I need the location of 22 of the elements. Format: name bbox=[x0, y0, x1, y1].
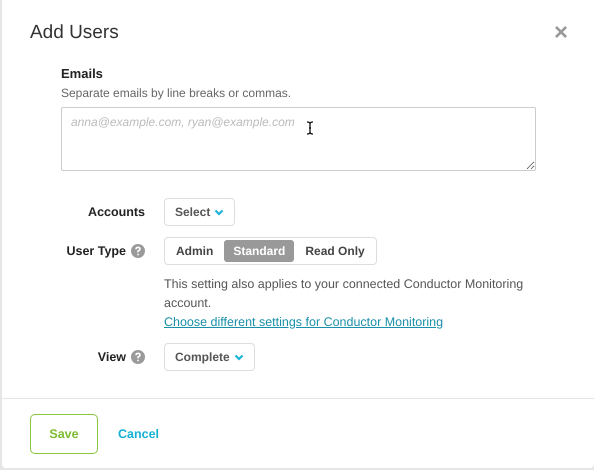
setting-note: This setting also applies to your connected Conductor Monitoring account. bbox=[164, 276, 524, 312]
view-dropdown[interactable]: Complete bbox=[164, 343, 255, 371]
field-label: User Type bbox=[66, 244, 126, 258]
close-button[interactable]: × bbox=[554, 21, 568, 45]
accounts-dropdown[interactable]: Select bbox=[164, 198, 236, 226]
user-type-option[interactable]: Standard bbox=[224, 240, 294, 262]
chevron-down-icon bbox=[234, 354, 244, 360]
cancel-button[interactable]: Cancel bbox=[118, 427, 159, 441]
user-type-option[interactable]: Read Only bbox=[296, 240, 374, 262]
field-label: Emails bbox=[61, 66, 104, 81]
save-button[interactable]: Save bbox=[30, 414, 98, 454]
user-type-option[interactable]: Admin bbox=[167, 240, 222, 262]
text-cursor-icon bbox=[306, 121, 314, 135]
help-icon[interactable] bbox=[131, 350, 145, 364]
help-icon[interactable] bbox=[131, 244, 145, 258]
field-label: Accounts bbox=[88, 205, 145, 219]
field-hint: Separate emails by line breaks or commas. bbox=[61, 86, 292, 100]
dialog-title: Add Users bbox=[30, 22, 119, 44]
chevron-down-icon bbox=[214, 208, 224, 216]
emails-field[interactable]: anna@example.com, ryan@example.com bbox=[61, 107, 536, 171]
field-label: View bbox=[98, 350, 126, 364]
settings-link[interactable]: Choose different settings for Conductor Monitoring bbox=[164, 315, 444, 329]
